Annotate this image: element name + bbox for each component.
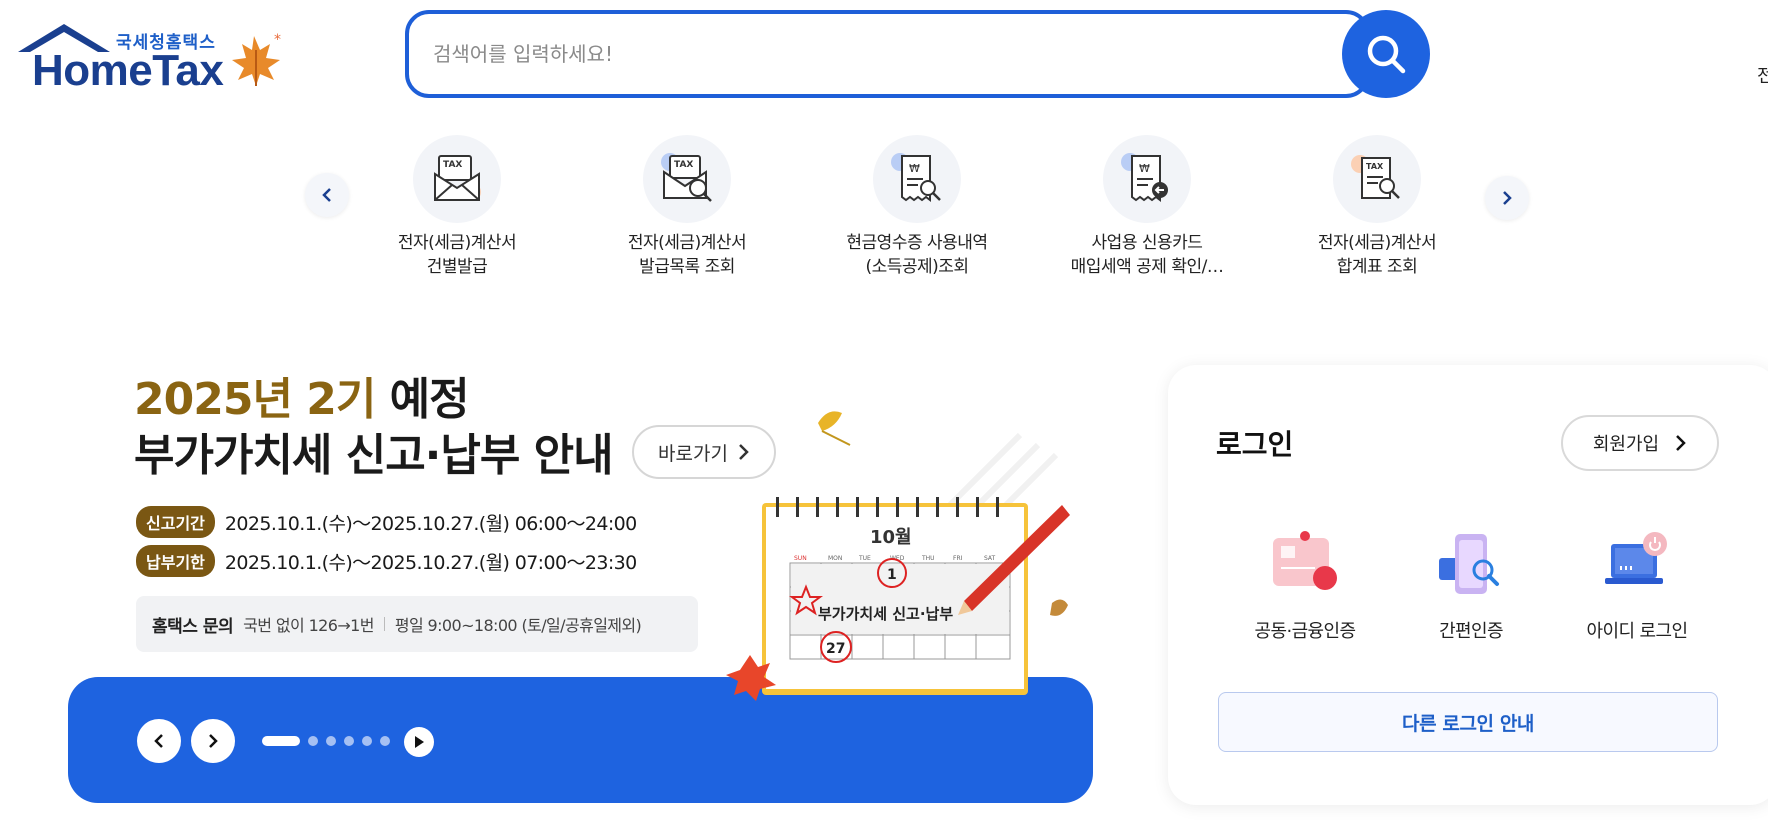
- payment-deadline-row: 납부기한 2025.10.1.(수)～2025.10.27.(월) 07:00～…: [136, 545, 637, 577]
- calendar-day-label: SAT: [984, 555, 996, 562]
- calendar-month: 10월: [870, 527, 912, 548]
- calendar-day-label: FRI: [953, 555, 963, 562]
- quick-menu-item[interactable]: ₩ 사업용 신용카드 매입세액 공제 확인/…: [1037, 135, 1257, 279]
- quick-menu-item[interactable]: TAX 전자(세금)계산서 발급목록 조회: [577, 135, 797, 279]
- svg-text:₩: ₩: [909, 162, 920, 175]
- contact-heading: 홈택스 문의: [152, 616, 234, 637]
- banner-play-button[interactable]: [404, 727, 434, 757]
- search-box: [405, 10, 1370, 98]
- svg-text:₩: ₩: [1139, 162, 1150, 175]
- quick-menu-label: 전자(세금)계산서 합계표 조회: [1317, 233, 1437, 277]
- tax-search-icon: TAX: [643, 135, 731, 223]
- calendar-event-label: 부가가치세 신고·납부: [818, 605, 953, 623]
- pagination-dot[interactable]: [262, 736, 300, 746]
- id-login-option[interactable]: 아이디 로그인: [1547, 525, 1727, 643]
- calendar-illustration: 10월 SUN MON TUE WED THU FRI SAT 1 부가가치세 …: [700, 405, 1100, 715]
- quick-menu-item[interactable]: ₩ 현금영수증 사용내역 (소득공제)조회: [807, 135, 1027, 279]
- calendar-day-1: 1: [887, 567, 897, 583]
- calendar-day-label: THU: [921, 555, 935, 562]
- calendar-day-label: TUE: [858, 555, 871, 562]
- certificate-card-icon: [1265, 525, 1345, 605]
- contact-hours: 평일 9:00~18:00 (토/일/공휴일제외): [394, 616, 642, 635]
- chevron-left-icon: [322, 188, 331, 202]
- signup-label: 회원가입: [1592, 434, 1660, 455]
- banner-pagination: [262, 736, 390, 746]
- contact-info-box: 홈택스 문의 국번 없이 126→1번 평일 9:00~18:00 (토/일/공…: [136, 596, 698, 652]
- calendar-day-27: 27: [826, 641, 845, 657]
- calendar-day-label: MON: [828, 555, 842, 562]
- other-login-guide-button[interactable]: 다른 로그인 안내: [1218, 692, 1718, 752]
- maple-leaf-icon: *: [232, 32, 281, 86]
- banner-title-year: 2025년 2기: [134, 374, 376, 425]
- svg-text:TAX: TAX: [674, 160, 693, 170]
- login-panel: 로그인 회원가입 공동·금융인증 간편인증 아이디 로그인 다른 로그인 안내: [1168, 365, 1768, 805]
- svg-text:TAX: TAX: [443, 160, 462, 170]
- cut-off-menu-text[interactable]: 전: [1757, 62, 1768, 88]
- contact-phone: 국번 없이 126→1번: [243, 616, 374, 635]
- logo-title: HomeTax: [32, 46, 224, 95]
- quick-menu-label: 전자(세금)계산서 건별발급: [397, 233, 517, 277]
- quick-menu-item[interactable]: TAX 전자(세금)계산서 건별발급: [347, 135, 567, 279]
- quick-menu-label: 전자(세금)계산서 발급목록 조회: [627, 233, 747, 277]
- payment-deadline-pill: 납부기한: [136, 545, 215, 577]
- divider: [383, 617, 385, 631]
- chevron-right-icon: [209, 734, 218, 748]
- search-button[interactable]: [1342, 10, 1430, 98]
- receipt-search-icon: ₩: [873, 135, 961, 223]
- quick-menu-item[interactable]: TAX 전자(세금)계산서 합계표 조회: [1267, 135, 1487, 279]
- pagination-dot[interactable]: [362, 736, 372, 746]
- tax-doc-search-icon: TAX: [1333, 135, 1421, 223]
- option-label: 아이디 로그인: [1586, 621, 1688, 642]
- quick-menu-prev-button[interactable]: [305, 173, 349, 217]
- option-label: 공동·금융인증: [1254, 621, 1356, 642]
- tax-envelope-icon: TAX: [413, 135, 501, 223]
- svg-text:*: *: [274, 32, 281, 48]
- svg-text:TAX: TAX: [1366, 162, 1384, 171]
- simple-auth-login-option[interactable]: 간편인증: [1381, 525, 1561, 643]
- signup-button[interactable]: 회원가입: [1561, 415, 1719, 471]
- chevron-right-icon: [1676, 435, 1686, 451]
- pagination-dot[interactable]: [380, 736, 390, 746]
- hometax-main-page: 국세청홈택스 HomeTax * 전 TAX: [0, 0, 1768, 821]
- simple-auth-icon: [1431, 525, 1511, 605]
- receipt-return-icon: ₩: [1103, 135, 1191, 223]
- banner-title-line2: 부가가치세 신고·납부 안내: [134, 430, 614, 481]
- calendar-day-label: SUN: [794, 555, 807, 562]
- play-icon: [415, 736, 424, 748]
- joint-cert-login-option[interactable]: 공동·금융인증: [1215, 525, 1395, 643]
- quick-menu-next-button[interactable]: [1485, 176, 1529, 220]
- id-login-laptop-icon: [1597, 525, 1677, 605]
- pagination-dot[interactable]: [326, 736, 336, 746]
- option-label: 간편인증: [1439, 621, 1503, 642]
- chevron-right-icon: [1503, 191, 1512, 205]
- pagination-dot[interactable]: [344, 736, 354, 746]
- search-icon: [1367, 35, 1406, 74]
- payment-deadline-text: 2025.10.1.(수)～2025.10.27.(월) 07:00～23:30: [224, 551, 637, 574]
- search-input[interactable]: [433, 14, 1233, 94]
- quick-menu-label: 현금영수증 사용내역 (소득공제)조회: [846, 233, 988, 277]
- banner-title: 2025년 2기 예정 부가가치세 신고·납부 안내: [134, 372, 614, 484]
- pagination-dot[interactable]: [308, 736, 318, 746]
- banner-title-word: 예정: [375, 374, 470, 425]
- banner-prev-button[interactable]: [137, 719, 181, 763]
- filing-period-text: 2025.10.1.(수)～2025.10.27.(월) 06:00～24:00: [224, 512, 637, 535]
- filing-period-pill: 신고기간: [136, 506, 215, 538]
- filing-period-row: 신고기간 2025.10.1.(수)～2025.10.27.(월) 06:00～…: [136, 506, 637, 538]
- quick-menu-label: 사업용 신용카드 매입세액 공제 확인/…: [1070, 233, 1224, 277]
- chevron-left-icon: [154, 734, 163, 748]
- hometax-logo[interactable]: 국세청홈택스 HomeTax *: [16, 22, 286, 95]
- banner-next-button[interactable]: [191, 719, 235, 763]
- login-title: 로그인: [1216, 428, 1294, 461]
